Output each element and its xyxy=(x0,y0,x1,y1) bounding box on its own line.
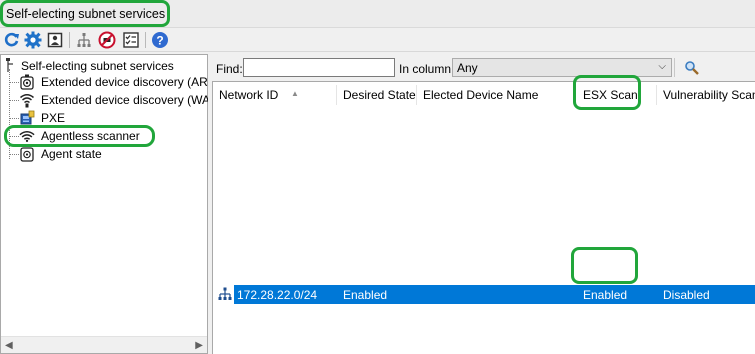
column-divider[interactable] xyxy=(656,85,657,105)
network-tree-icon[interactable] xyxy=(74,30,94,50)
column-header-esx-scan[interactable]: ESX Scan xyxy=(583,88,638,102)
wireless-icon xyxy=(19,92,35,108)
cell-esx-scan: Enabled xyxy=(583,288,628,302)
column-header-elected-device-name[interactable]: Elected Device Name xyxy=(423,88,538,102)
column-divider[interactable] xyxy=(336,85,337,105)
tree-item-arp[interactable]: Extended device discovery (ARP) xyxy=(19,73,220,91)
toolbar-separator xyxy=(69,32,70,48)
arp-device-icon xyxy=(19,74,35,90)
checklist-icon[interactable] xyxy=(121,30,141,50)
settings-gear-icon[interactable] xyxy=(23,30,43,50)
cell-vulnerability-scan: Disabled xyxy=(663,288,710,302)
tree-item-pxe[interactable]: PXE xyxy=(19,109,65,127)
services-tree: Self-electing subnet services Extended d… xyxy=(0,54,222,354)
cell-network-id: 172.28.22.0/24 xyxy=(237,288,318,302)
find-label: Find: xyxy=(216,62,243,76)
services-grid: Network ID ▲ Desired State Elected Devic… xyxy=(212,81,755,354)
wifi-scanner-icon xyxy=(19,128,35,144)
column-select-value: Any xyxy=(457,61,478,75)
app-window: Self-electing subnet services ? Self-ele… xyxy=(0,0,755,354)
scroll-right-icon[interactable]: ▶ xyxy=(195,340,203,351)
title-bar: Self-electing subnet services xyxy=(0,0,755,28)
column-select[interactable]: Any ⌵ xyxy=(452,58,672,77)
tree-item-agent-state[interactable]: Agent state xyxy=(19,145,102,163)
column-header-vulnerability-scan[interactable]: Vulnerability Scan xyxy=(663,88,755,102)
contact-card-icon[interactable] xyxy=(45,30,65,50)
toolbar-separator xyxy=(674,58,675,77)
network-tree-icon xyxy=(218,287,232,304)
tree-item-wap[interactable]: Extended device discovery (WAP) xyxy=(19,91,222,109)
tree-item-label: PXE xyxy=(41,111,66,125)
tree-item-agentless-scanner[interactable]: Agentless scanner xyxy=(19,127,140,145)
column-header-desired-state[interactable]: Desired State xyxy=(343,88,416,102)
column-label: In column: xyxy=(399,62,455,76)
refresh-icon[interactable] xyxy=(2,30,22,50)
cell-desired-state: Enabled xyxy=(343,288,388,302)
services-table-panel: Find: In column: Any ⌵ Network ID ▲ Desi… xyxy=(212,54,755,354)
grid-header: Network ID ▲ Desired State Elected Devic… xyxy=(213,82,755,107)
search-icon[interactable] xyxy=(680,58,702,77)
tree-connector xyxy=(9,100,19,101)
tree-connector xyxy=(9,82,19,83)
window-title: Self-electing subnet services xyxy=(6,7,166,21)
tree-root-label[interactable]: Self-electing subnet services xyxy=(21,59,174,73)
sort-ascending-icon: ▲ xyxy=(291,89,299,98)
toolbar: ? xyxy=(0,28,755,52)
column-header-network-id[interactable]: Network ID xyxy=(219,88,278,102)
horizontal-scrollbar[interactable]: ◀ ▶ xyxy=(1,336,207,353)
pxe-computer-icon xyxy=(19,110,35,126)
column-divider[interactable] xyxy=(575,85,576,105)
tree-item-label: Agentless scanner xyxy=(41,129,140,143)
tree-item-label: Extended device discovery (ARP) xyxy=(41,75,220,89)
tree-item-label: Extended device discovery (WAP) xyxy=(41,93,222,107)
tree-item-label: Agent state xyxy=(41,147,102,161)
find-input[interactable] xyxy=(243,58,395,77)
agent-device-icon xyxy=(19,146,35,162)
tree-connector xyxy=(9,136,19,137)
toolbar-separator xyxy=(145,32,146,48)
tree-connector xyxy=(9,118,19,119)
no-entry-icon[interactable] xyxy=(97,30,117,50)
help-icon[interactable]: ? xyxy=(150,30,170,50)
column-divider[interactable] xyxy=(416,85,417,105)
table-row[interactable]: 172.28.22.0/24 Enabled Enabled Disabled xyxy=(234,285,755,304)
scroll-left-icon[interactable]: ◀ xyxy=(5,340,13,351)
chevron-down-icon: ⌵ xyxy=(658,61,666,72)
svg-text:?: ? xyxy=(156,34,163,48)
tree-connector xyxy=(9,154,19,155)
